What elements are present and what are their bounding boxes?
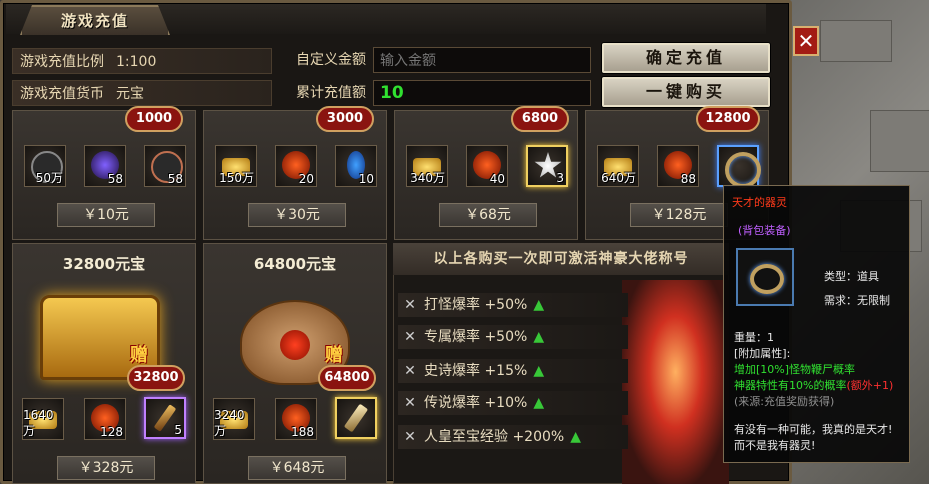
bonus-tag: 赠 <box>325 345 343 366</box>
package-title: 64800元宝 <box>253 255 337 273</box>
crossed-swords-icon: ✕ <box>404 297 416 313</box>
window-title: 游戏充值 <box>60 12 129 30</box>
bonus-row: ✕ 史诗爆率 +15% ▲ <box>398 359 628 383</box>
currency-value: 元宝 <box>116 86 144 102</box>
item-slot[interactable]: 58 <box>84 145 126 187</box>
tooltip-item-slot <box>736 248 794 306</box>
bonus-panel-title: 以上各购买一次即可激活神豪大佬称号 <box>393 243 729 275</box>
crossed-swords-icon: ✕ <box>404 429 416 445</box>
buy-10-button[interactable]: ￥10元 <box>57 203 155 227</box>
tooltip-flavor-2: 而不是我有器灵! <box>734 439 816 452</box>
item-slot[interactable] <box>335 397 377 439</box>
item-slot[interactable]: 3 <box>526 145 568 187</box>
buy-all-button[interactable]: 一键购买 <box>602 77 770 107</box>
buy-648-button[interactable]: ￥648元 <box>248 456 346 480</box>
item-slot[interactable]: 40 <box>466 145 508 187</box>
mascot-dragon-icon <box>622 280 729 484</box>
up-arrow-icon: ▲ <box>533 395 545 411</box>
item-slot[interactable]: 88 <box>657 145 699 187</box>
close-button[interactable]: ✕ <box>793 26 819 56</box>
item-slot[interactable]: 3240万 <box>213 398 255 440</box>
up-arrow-icon: ▲ <box>533 329 545 345</box>
custom-amount-input[interactable] <box>373 47 591 73</box>
confirm-recharge-button[interactable]: 确定充值 <box>602 43 770 73</box>
tooltip-attr-1: 增加[10%]怪物鞭尸概率 <box>734 363 856 376</box>
item-slot[interactable]: 58 <box>144 145 186 187</box>
item-slot[interactable]: 340万 <box>406 145 448 187</box>
item-slot[interactable]: 150万 <box>215 145 257 187</box>
package-amount-pill: 64800 <box>318 365 376 391</box>
package-amount-pill: 3000 <box>316 106 374 132</box>
package-title: 32800元宝 <box>62 255 146 273</box>
tooltip-requirement: 需求：无限制 <box>824 294 890 307</box>
up-arrow-icon: ▲ <box>533 363 545 379</box>
currency-label: 游戏充值货币 <box>20 86 104 102</box>
tooltip-flavor-1: 有没有一种可能，我真的是天才! <box>734 423 893 436</box>
package-amount-pill: 32800 <box>127 365 185 391</box>
buy-128-button[interactable]: ￥128元 <box>630 203 728 227</box>
item-slot[interactable] <box>717 145 761 188</box>
item-slot[interactable]: 10 <box>335 145 377 187</box>
item-slot[interactable]: 50万 <box>24 145 66 187</box>
item-slot[interactable]: 128 <box>84 398 126 440</box>
item-tooltip: 天才的器灵 (背包装备) 类型：道具 需求：无限制 重量：1 [附加属性]: 增… <box>723 185 910 463</box>
package-amount-pill: 12800 <box>696 106 760 132</box>
ratio-value: 1:100 <box>116 54 157 70</box>
tooltip-source: (来源:充值奖励获得) <box>734 395 835 408</box>
bonus-row: ✕ 打怪爆率 +50% ▲ <box>398 293 628 317</box>
package-amount-pill: 1000 <box>125 106 183 132</box>
item-slot[interactable]: 188 <box>275 398 317 440</box>
tooltip-item-name: 天才的器灵 <box>732 196 787 209</box>
tooltip-type: 类型：道具 <box>824 270 879 283</box>
crossed-swords-icon: ✕ <box>404 363 416 379</box>
buy-68-button[interactable]: ￥68元 <box>439 203 537 227</box>
item-slot[interactable]: 5 <box>144 397 186 439</box>
item-slot[interactable]: 640万 <box>597 145 639 187</box>
bonus-row: ✕ 人皇至宝经验 +200% ▲ <box>398 425 628 449</box>
ring-bracelet-icon <box>750 264 784 294</box>
total-recharge-label: 累计充值额 <box>296 85 366 101</box>
tooltip-weight: 重量：1 <box>734 331 774 344</box>
tooltip-attr-2: 神器特性有10%的概率(额外+1) <box>734 379 894 392</box>
tooltip-source-tag: (背包装备) <box>738 224 791 237</box>
total-recharge-value: 10 <box>373 80 591 106</box>
item-slot[interactable]: 1640万 <box>22 398 64 440</box>
ring-bracelet-icon <box>725 152 761 188</box>
scroll-blade-icon <box>153 404 177 432</box>
bonus-row: ✕ 传说爆率 +10% ▲ <box>398 391 628 415</box>
scroll-blade-icon <box>343 403 369 433</box>
tooltip-attr-header: [附加属性]: <box>734 347 791 360</box>
bonus-row: ✕ 专属爆率 +50% ▲ <box>398 325 628 349</box>
buy-30-button[interactable]: ￥30元 <box>248 203 346 227</box>
ratio-row: 游戏充值比例 1:100 <box>12 48 272 74</box>
item-slot[interactable]: 20 <box>275 145 317 187</box>
package-amount-pill: 6800 <box>511 106 569 132</box>
ratio-label: 游戏充值比例 <box>20 54 104 70</box>
crossed-swords-icon: ✕ <box>404 329 416 345</box>
custom-amount-label: 自定义金额 <box>296 52 366 68</box>
up-arrow-icon: ▲ <box>570 429 581 445</box>
currency-row: 游戏充值货币 元宝 <box>12 80 272 106</box>
crossed-swords-icon: ✕ <box>404 395 416 411</box>
buy-328-button[interactable]: ￥328元 <box>57 456 155 480</box>
up-arrow-icon: ▲ <box>533 297 545 313</box>
bonus-tag: 赠 <box>130 345 148 366</box>
